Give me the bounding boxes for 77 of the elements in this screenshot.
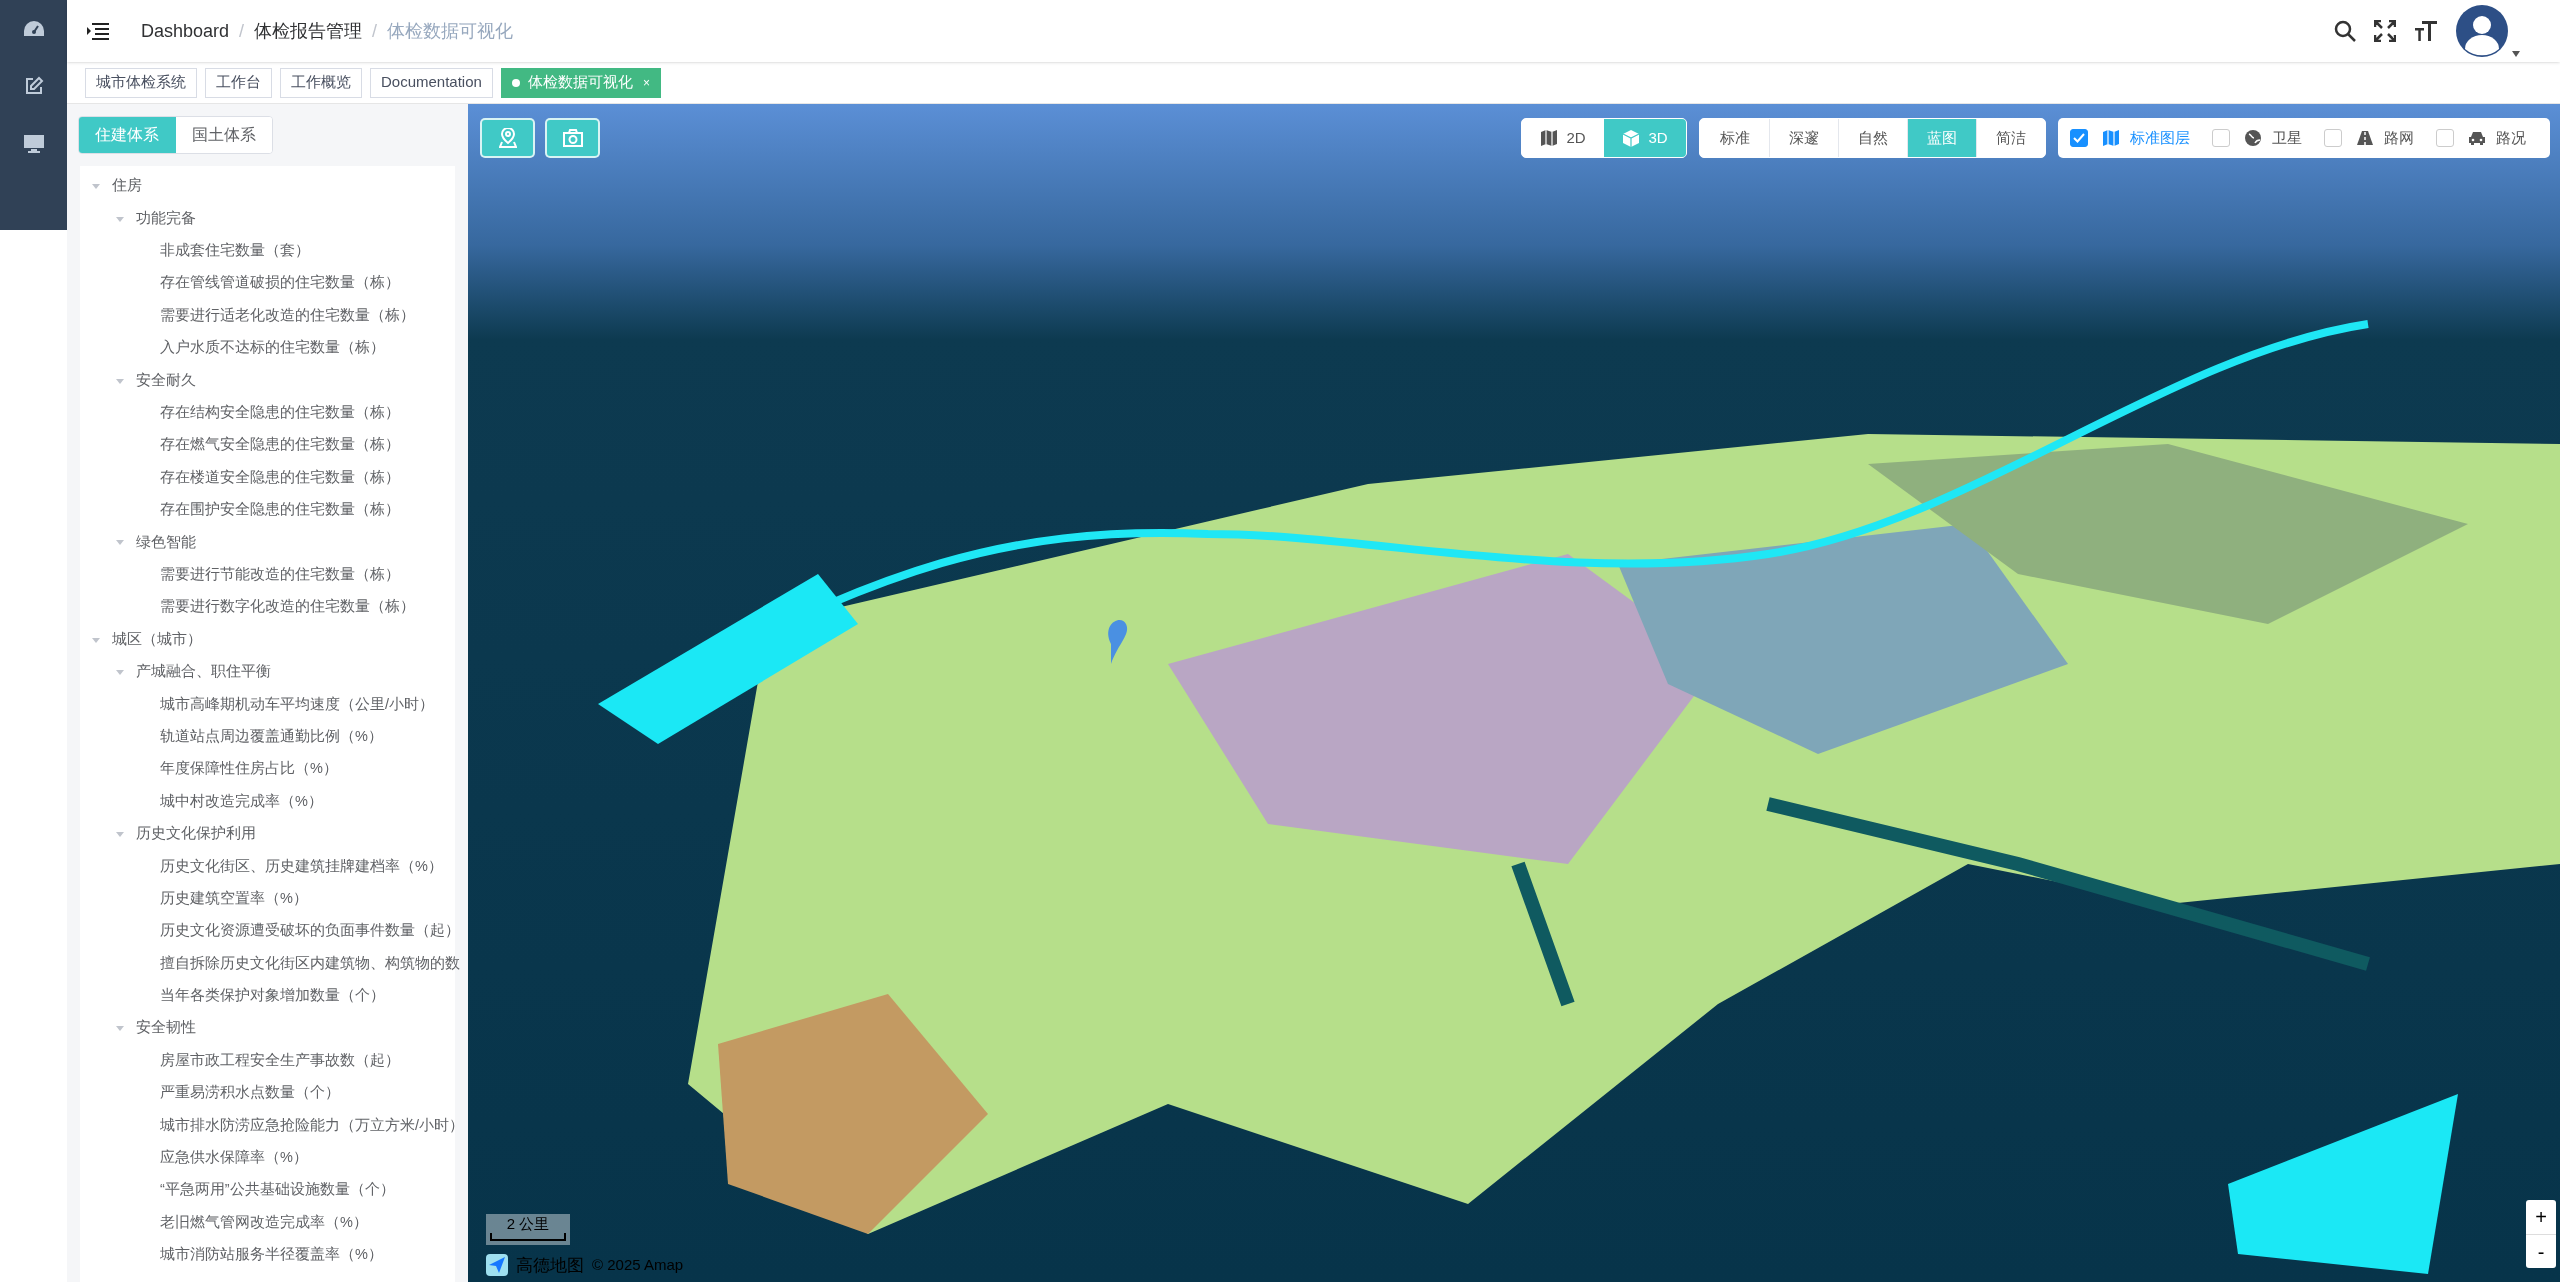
zoom-out-button[interactable]: - bbox=[2526, 1234, 2556, 1268]
map-icon bbox=[2102, 129, 2120, 147]
tree-item[interactable]: 房屋市政工程安全生产事故数（起） bbox=[160, 1049, 400, 1072]
breadcrumb-separator: / bbox=[239, 19, 245, 43]
tree-item[interactable]: 城市高峰期机动车平均速度（公里/小时） bbox=[160, 693, 435, 716]
tree-item[interactable]: 历史文化资源遭受破坏的负面事件数量（起） bbox=[160, 920, 460, 943]
tree-item[interactable]: 城市排水防涝应急抢险能力（万立方米/小时） bbox=[160, 1114, 465, 1137]
checkbox[interactable] bbox=[2070, 129, 2088, 147]
tree-item[interactable]: 住房 bbox=[112, 175, 142, 198]
tree-item[interactable]: 非成套住宅数量（套） bbox=[160, 240, 310, 262]
layer-label: 标准图层 bbox=[2130, 127, 2190, 148]
tree-item[interactable]: 存在管线管道破损的住宅数量（栋） bbox=[160, 272, 400, 295]
tree-item[interactable]: 入户水质不达标的住宅数量（栋） bbox=[160, 337, 385, 359]
location-pin bbox=[1108, 620, 1128, 664]
tree-item[interactable]: 需要进行数字化改造的住宅数量（栋） bbox=[160, 596, 415, 619]
tag-tab[interactable]: 城市体检系统 bbox=[85, 67, 197, 98]
fullscreen-icon[interactable] bbox=[2374, 20, 2396, 42]
map-logo-text: 高德地图 bbox=[516, 1254, 584, 1277]
location-button[interactable] bbox=[480, 118, 535, 158]
tree-item[interactable]: 历史文化街区、历史建筑挂牌建档率（%） bbox=[160, 855, 443, 878]
cube-icon bbox=[1622, 129, 1641, 147]
tree-item[interactable]: 需要进行节能改造的住宅数量（栋） bbox=[160, 564, 400, 586]
layer-label: 卫星 bbox=[2272, 127, 2302, 148]
road-icon bbox=[2356, 129, 2374, 147]
breadcrumb-item: 体检数据可视化 bbox=[387, 19, 514, 43]
camera-button[interactable] bbox=[545, 118, 600, 158]
tree-item[interactable]: 轨道站点周边覆盖通勤比例（%） bbox=[160, 725, 383, 748]
zoom-in-button[interactable]: + bbox=[2526, 1200, 2556, 1234]
avatar-icon[interactable] bbox=[2456, 5, 2508, 57]
tag-tab[interactable]: 工作台 bbox=[205, 67, 272, 98]
tree-item[interactable]: 存在结构安全隐患的住宅数量（栋） bbox=[160, 402, 400, 424]
logo-icon bbox=[486, 1254, 508, 1277]
tree-item[interactable]: “平急两用”公共基础设施数量（个） bbox=[160, 1179, 395, 1202]
edit-icon[interactable] bbox=[23, 76, 44, 96]
tree-item[interactable]: 应急供水保障率（%） bbox=[160, 1147, 308, 1169]
caret-icon[interactable] bbox=[2512, 51, 2520, 57]
checkbox[interactable] bbox=[2436, 129, 2454, 147]
map-icon bbox=[1540, 129, 1559, 147]
tag-tab[interactable]: 工作概览 bbox=[280, 67, 362, 98]
tree-item[interactable]: 历史建筑空置率（%） bbox=[160, 887, 308, 910]
tree-item[interactable]: 老旧燃气管网改造完成率（%） bbox=[160, 1211, 368, 1234]
checkbox[interactable] bbox=[2324, 129, 2342, 147]
tree-item[interactable]: 存在围护安全隐患的住宅数量（栋） bbox=[160, 499, 400, 521]
breadcrumb-item[interactable]: Dashboard bbox=[141, 17, 230, 45]
camera-icon bbox=[562, 129, 583, 147]
tree-item[interactable]: 安全耐久 bbox=[136, 369, 196, 392]
tree-item[interactable]: 绿色智能 bbox=[136, 531, 196, 554]
monitor-icon[interactable] bbox=[22, 134, 45, 154]
layer-label: 路网 bbox=[2384, 127, 2414, 148]
tree-item[interactable]: 城市消防站服务半径覆盖率（%） bbox=[160, 1244, 383, 1266]
search-icon[interactable] bbox=[2334, 20, 2356, 42]
tree-item[interactable]: 年度保障性住房占比（%） bbox=[160, 758, 338, 781]
tree-item[interactable]: 擅自拆除历史文化街区内建筑物、构筑物的数 bbox=[160, 952, 460, 975]
dashboard-icon[interactable] bbox=[22, 20, 45, 38]
globe-icon bbox=[2244, 129, 2262, 147]
font-size-icon[interactable] bbox=[2414, 20, 2438, 42]
car-icon bbox=[2468, 129, 2486, 147]
tree-item[interactable]: 需要进行适老化改造的住宅数量（栋） bbox=[160, 304, 415, 327]
breadcrumb-item[interactable]: 体检报告管理 bbox=[254, 17, 363, 45]
scale-label: 2 公里 bbox=[506, 1215, 550, 1231]
tree-item[interactable]: 存在燃气安全隐患的住宅数量（栋） bbox=[160, 434, 400, 457]
tree-item[interactable]: 城中村改造完成率（%） bbox=[160, 790, 323, 813]
tree-item[interactable]: 产城融合、职住平衡 bbox=[136, 661, 271, 683]
tree-item[interactable]: 严重易涝积水点数量（个） bbox=[160, 1082, 340, 1104]
menu-icon[interactable] bbox=[87, 22, 109, 40]
tree-item[interactable]: 安全韧性 bbox=[136, 1017, 196, 1040]
copyright-text: © 2025 Amap bbox=[592, 1255, 684, 1275]
tree-item[interactable]: 存在楼道安全隐患的住宅数量（栋） bbox=[160, 466, 400, 489]
tree-item[interactable]: 历史文化保护利用 bbox=[136, 823, 256, 845]
tag-tab[interactable]: Documentation bbox=[370, 67, 493, 98]
tree-item[interactable]: 功能完备 bbox=[136, 207, 196, 230]
breadcrumb-separator: / bbox=[372, 19, 378, 43]
map-pin-icon bbox=[498, 128, 517, 148]
tree-item[interactable]: 当年各类保护对象增加数量（个） bbox=[160, 985, 385, 1007]
checkbox[interactable] bbox=[2212, 129, 2230, 147]
tree-item[interactable]: 城区（城市） bbox=[112, 628, 202, 651]
layer-label: 路况 bbox=[2496, 127, 2526, 148]
